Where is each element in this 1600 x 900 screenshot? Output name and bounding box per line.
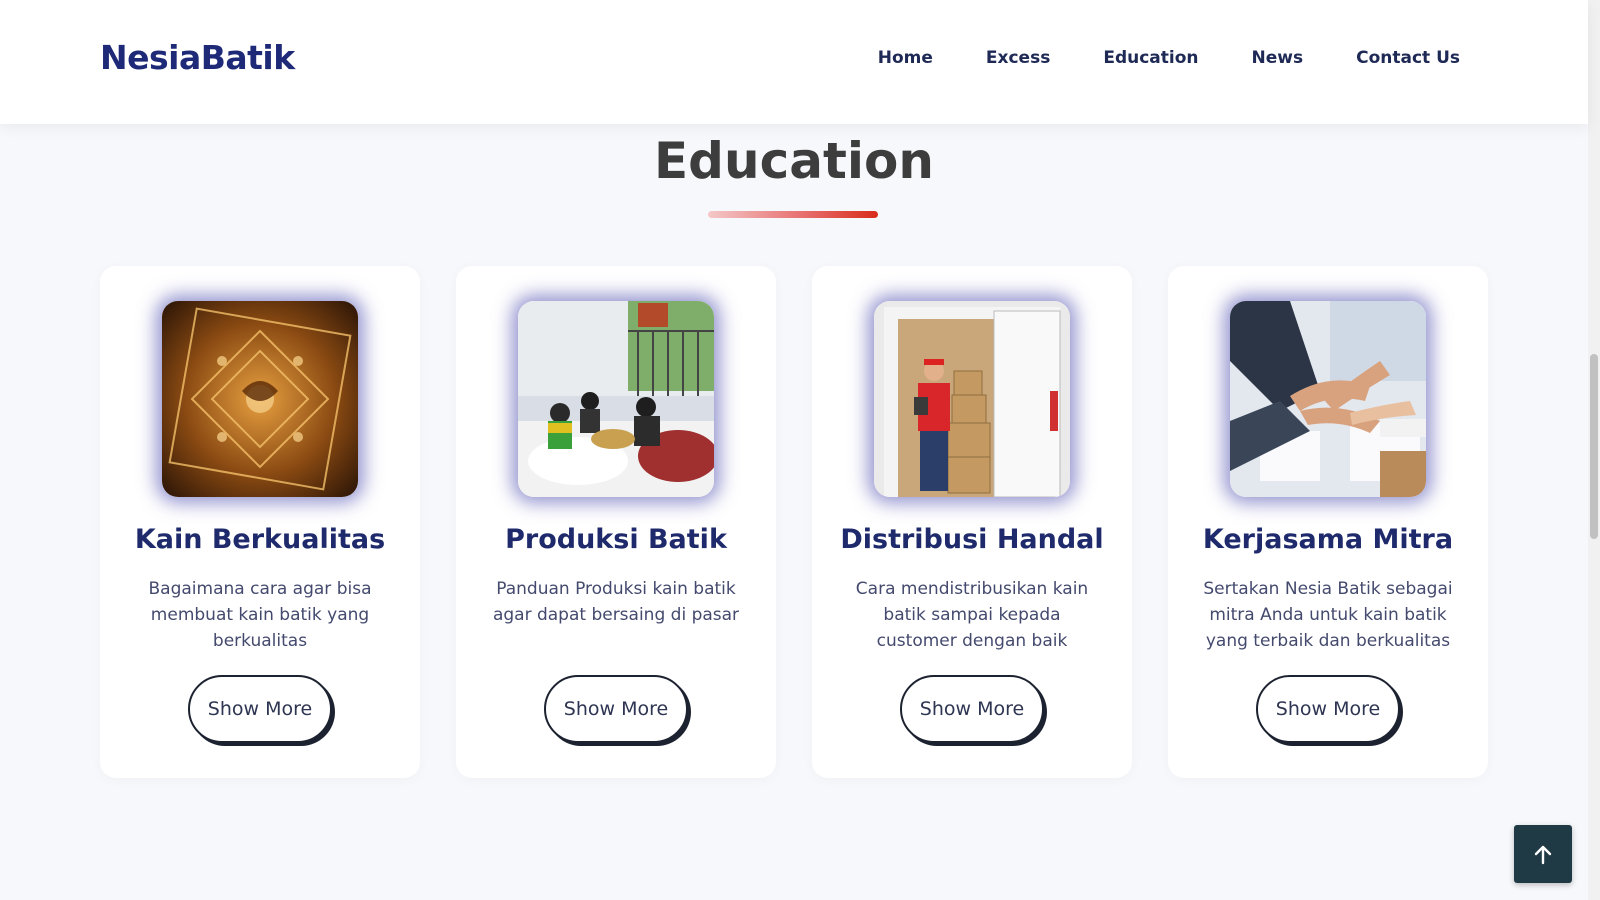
brand-logo[interactable]: NesiaBatik bbox=[100, 38, 295, 77]
section-title: Education bbox=[654, 132, 934, 190]
batik-production-image bbox=[518, 301, 714, 497]
delivery-van-image bbox=[874, 301, 1070, 497]
nav-item-contact-us[interactable]: Contact Us bbox=[1356, 48, 1460, 68]
page-scrollbar[interactable] bbox=[1588, 0, 1600, 900]
card-title: Kerjasama Mitra bbox=[1202, 524, 1454, 555]
title-underline bbox=[708, 211, 878, 218]
show-more-button[interactable]: Show More bbox=[544, 675, 688, 743]
education-cards: Kain Berkualitas Bagaimana cara agar bis… bbox=[100, 266, 1488, 778]
card-distribusi-handal: Distribusi Handal Cara mendistribusikan … bbox=[812, 266, 1132, 778]
main-nav: Home Excess Education News Contact Us bbox=[878, 48, 1460, 68]
nav-item-education[interactable]: Education bbox=[1103, 48, 1198, 68]
card-kerjasama-mitra: Kerjasama Mitra Sertakan Nesia Batik seb… bbox=[1168, 266, 1488, 778]
card-description: Panduan Produksi kain batik agar dapat b… bbox=[492, 579, 740, 625]
page: NesiaBatik Home Excess Education News Co… bbox=[0, 0, 1588, 900]
card-description: Bagaimana cara agar bisa membuat kain ba… bbox=[148, 579, 372, 651]
card-kain-berkualitas: Kain Berkualitas Bagaimana cara agar bis… bbox=[100, 266, 420, 778]
nav-item-news[interactable]: News bbox=[1252, 48, 1304, 68]
card-title: Distribusi Handal bbox=[840, 524, 1104, 555]
show-more-button[interactable]: Show More bbox=[1256, 675, 1400, 743]
show-more-button[interactable]: Show More bbox=[188, 675, 332, 743]
nav-item-home[interactable]: Home bbox=[878, 48, 933, 68]
card-description: Sertakan Nesia Batik sebagai mitra Anda … bbox=[1203, 579, 1453, 651]
batik-fabric-image bbox=[162, 301, 358, 497]
card-produksi-batik: Produksi Batik Panduan Produksi kain bat… bbox=[456, 266, 776, 778]
scrollbar-thumb[interactable] bbox=[1590, 354, 1598, 539]
card-title: Kain Berkualitas bbox=[134, 524, 386, 555]
navbar: NesiaBatik Home Excess Education News Co… bbox=[0, 0, 1588, 124]
back-to-top-button[interactable] bbox=[1514, 825, 1572, 883]
card-description: Cara mendistribusikan kain batik sampai … bbox=[855, 579, 1089, 651]
show-more-button[interactable]: Show More bbox=[900, 675, 1044, 743]
nav-item-excess[interactable]: Excess bbox=[986, 48, 1050, 68]
arrow-up-icon bbox=[1534, 845, 1552, 865]
partner-hands-image bbox=[1230, 301, 1426, 497]
card-title: Produksi Batik bbox=[505, 524, 727, 555]
